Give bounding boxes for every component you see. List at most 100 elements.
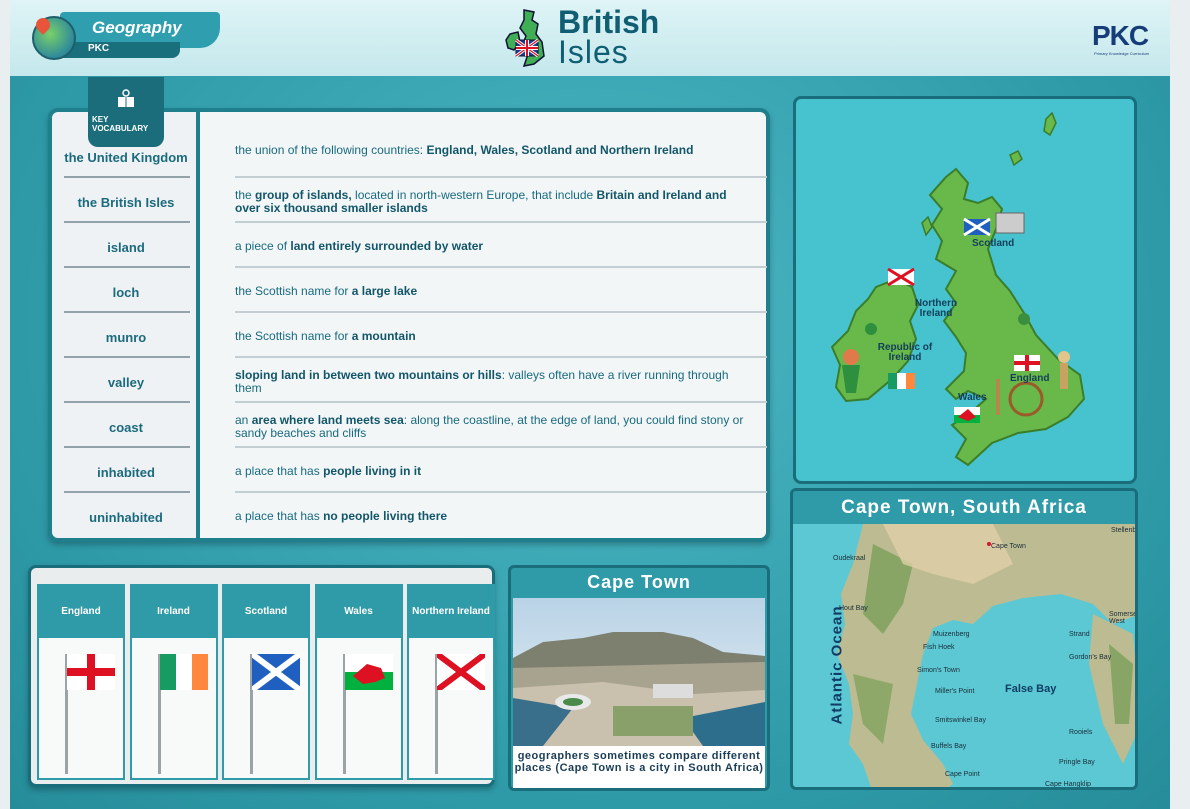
british-isles-map-graphic (830, 111, 1086, 467)
pkc-logo: PKC (1092, 20, 1149, 51)
definition-part: a place that has (235, 509, 324, 523)
vocab-term: coast (109, 420, 143, 435)
vocab-term: island (107, 240, 145, 255)
cape-town-photo-panel: Cape Town geographers sometimes compare … (508, 565, 770, 791)
place-label: Smitswinkel Bay (935, 717, 986, 724)
map-label-scotland: Scotland (972, 238, 1015, 249)
ireland-flag-icon (159, 654, 208, 690)
scotland-flag-icon (252, 654, 300, 690)
pkc-logo-tagline: Primary Knowledge Curriculum (1094, 51, 1150, 56)
map-label-northern-ireland: Northern Ireland (914, 298, 958, 319)
page-title-line2: Isles (558, 34, 629, 70)
term-divider (64, 221, 190, 223)
definition-bold-part: a mountain (351, 329, 416, 343)
definition-part: a piece of (235, 239, 291, 253)
key-vocabulary-badge: KEY VOCABULARY (88, 77, 164, 147)
map-label-england: England (1010, 373, 1050, 384)
place-label: Cape Town (991, 543, 1026, 550)
header-bar: Geography PKC British Isles PKC Primary … (10, 0, 1170, 76)
book-pin-icon (118, 89, 134, 107)
vocab-term: munro (105, 330, 147, 345)
term-divider (64, 401, 190, 403)
definition-bold-part: land entirely surrounded by water (290, 239, 484, 253)
flag-name: England (39, 586, 123, 638)
definition-bold-part: a large lake (351, 284, 418, 298)
northern-ireland-flag-icon (437, 654, 485, 690)
cape-town-title: Cape Town (587, 572, 691, 592)
vocab-term: the British Isles (77, 195, 175, 210)
term-divider (64, 176, 190, 178)
flag-name: Scotland (224, 586, 308, 638)
term-divider (64, 446, 190, 448)
place-label: Simon's Town (917, 667, 960, 674)
definition-part: the Scottish name for (235, 329, 352, 343)
british-isles-map: Scotland Northern Ireland Republic of Ir… (793, 96, 1137, 484)
vocab-term: the United Kingdom (64, 150, 188, 165)
england-flag-icon (1014, 355, 1040, 371)
page-canvas: Geography PKC British Isles PKC Primary … (10, 0, 1170, 809)
place-label: Muizenberg (933, 631, 970, 638)
cape-town-map-panel: Cape Town, South Africa Atlantic Ocean F… (790, 488, 1138, 790)
definition-divider (235, 491, 767, 493)
british-isles-map-icon (505, 9, 545, 67)
map-label-wales: Wales (958, 392, 987, 403)
definition-part: located in north-western Europe, that in… (351, 188, 597, 202)
definition-part: the union of the following countries: (235, 143, 427, 157)
place-label: Stellenbosch (1111, 527, 1137, 534)
scotland-flag-icon (963, 217, 991, 237)
wales-flag-icon (344, 654, 393, 690)
flag-card: Wales (314, 584, 403, 780)
place-label: Strand (1069, 631, 1090, 638)
term-divider (64, 491, 190, 493)
flag-card: Ireland (129, 584, 218, 780)
definition-bold-part: people living in it (323, 464, 422, 478)
definition-divider (235, 266, 767, 268)
place-label: Somerset West (1109, 611, 1138, 625)
vocab-definition: the union of the following countries: En… (235, 144, 755, 157)
wales-flag-icon (954, 407, 980, 423)
badge-line1: KEY (92, 115, 109, 124)
cape-town-caption: geographers sometimes compare different … (513, 746, 765, 788)
northern-ireland-flag-icon (887, 267, 915, 287)
vocab-definition: an area where land meets sea: along the … (235, 414, 755, 440)
subject-org: PKC (88, 43, 110, 54)
flag-card: Northern Ireland (407, 584, 495, 780)
vocab-definition: sloping land in between two mountains or… (235, 369, 755, 395)
england-flag-icon (67, 654, 115, 690)
flags-panel: England Ireland Scotland Wales Northern Irel… (28, 565, 495, 787)
vocab-definition: the Scottish name for a mountain (235, 330, 755, 343)
definition-bold-part: England, Wales, Scotland and Northern Ir… (426, 143, 694, 157)
cape-town-aerial-image (513, 598, 765, 746)
place-label: Cape Hangklip (1045, 781, 1091, 788)
definition-divider (235, 221, 767, 223)
definition-divider (235, 176, 767, 178)
definition-divider (235, 356, 767, 358)
place-label: Cape Point (945, 771, 980, 778)
place-label: Rooiels (1069, 729, 1093, 736)
definition-part: a place that has (235, 464, 324, 478)
place-label: Oudekraal (833, 555, 866, 562)
definition-divider (235, 446, 767, 448)
definition-part: the Scottish name for (235, 284, 352, 298)
definition-bold-part: no people living there (323, 509, 448, 523)
place-label: Buffels Bay (931, 743, 967, 750)
vocab-definition: the Scottish name for a large lake (235, 285, 755, 298)
definition-divider (235, 401, 767, 403)
vocab-term: uninhabited (89, 510, 163, 525)
cape-town-map-title: Cape Town, South Africa (793, 491, 1135, 524)
term-divider (64, 356, 190, 358)
term-divider (64, 311, 190, 313)
definition-part: the (235, 188, 256, 202)
geography-badge: Geography PKC (32, 12, 222, 62)
flag-name: Northern Ireland (409, 586, 493, 638)
vocab-definition: a piece of land entirely surrounded by w… (235, 240, 755, 253)
vocab-definition: the group of islands, located in north-w… (235, 189, 755, 215)
key-vocabulary-panel: KEY VOCABULARY the United Kingdom the uni… (48, 77, 770, 542)
place-label: Hout Bay (839, 605, 868, 612)
flag-name: Wales (316, 586, 401, 638)
vocab-definition: a place that has people living in it (235, 465, 755, 478)
definition-part: an (235, 413, 252, 427)
place-label: Miller's Point (935, 688, 975, 695)
definition-bold-part: area where land meets sea (251, 413, 404, 427)
map-label-republic-of-ireland: Republic of Ireland (877, 342, 933, 363)
